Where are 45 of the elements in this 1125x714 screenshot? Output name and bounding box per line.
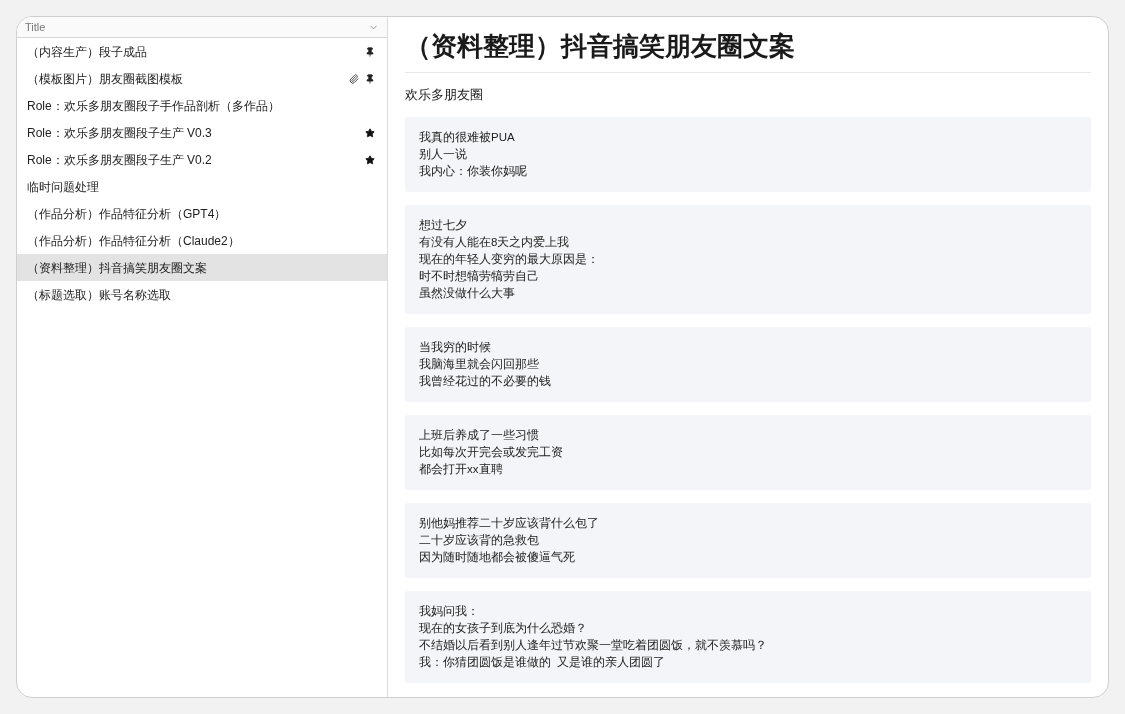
note-title: （标题选取）账号名称选取 <box>27 286 171 304</box>
document-title: （资料整理）抖音搞笑朋友圈文案 <box>405 17 1091 73</box>
text-line: 二十岁应该背的急救包 <box>419 532 540 548</box>
text-line: 现在的年轻人变穷的最大原因是： <box>419 251 600 267</box>
note-title: （模板图片）朋友圈截图模板 <box>27 70 183 88</box>
note-title: （内容生产）段子成品 <box>27 43 147 61</box>
text-line: 我曾经花过的不必要的钱 <box>419 373 552 389</box>
note-title: Role：欢乐多朋友圈段子手作品剖析（多作品） <box>27 97 280 115</box>
note-title: 临时问题处理 <box>27 178 99 196</box>
document-subtitle: 欢乐多朋友圈 <box>405 86 484 104</box>
column-title: Title <box>25 19 46 35</box>
text-line: 虽然没做什么大事 <box>419 285 516 301</box>
text-line: 别人一说 <box>419 146 468 162</box>
text-line: 时不时想犒劳犒劳自己 <box>419 268 540 284</box>
text-line: 我妈问我： <box>419 603 480 619</box>
note-list-item[interactable]: Role：欢乐多朋友圈段子生产 V0.3 <box>17 119 387 146</box>
text-line: 当我穷的时候 <box>419 339 492 355</box>
text-line: 因为随时随地都会被傻逼气死 <box>419 549 576 565</box>
text-line: 别他妈推荐二十岁应该背什么包了 <box>419 515 600 531</box>
note-title: Role：欢乐多朋友圈段子生产 V0.2 <box>27 151 212 169</box>
note-list-item[interactable]: （内容生产）段子成品 <box>17 38 387 65</box>
note-list-item[interactable]: Role：欢乐多朋友圈段子手作品剖析（多作品） <box>17 92 387 119</box>
note-list-item[interactable]: 临时问题处理 <box>17 173 387 200</box>
note-list-item[interactable]: （作品分析）作品特征分析（Claude2） <box>17 227 387 254</box>
text-line: 有没有人能在8天之内爱上我 <box>419 234 571 250</box>
text-line: 我脑海里就会闪回那些 <box>419 356 540 372</box>
text-line: 都会打开xx直聘 <box>419 461 504 477</box>
text-line: 现在的女孩子到底为什么恐婚？ <box>419 620 588 636</box>
note-list-item[interactable]: （作品分析）作品特征分析（GPT4） <box>17 200 387 227</box>
text-line: 我真的很难被PUA <box>419 129 516 145</box>
text-line: 上班后养成了一些习惯 <box>419 427 540 443</box>
text-line: 比如每次开完会或发完工资 <box>419 444 564 460</box>
note-title: Role：欢乐多朋友圈段子生产 V0.3 <box>27 124 212 142</box>
note-list-item[interactable]: （模板图片）朋友圈截图模板 <box>17 65 387 92</box>
text-line: 我：你猜团圆饭是谁做的 又是谁的亲人团圆了 <box>419 654 667 670</box>
text-line: 我内心：你装你妈呢 <box>419 163 528 179</box>
note-title: （作品分析）作品特征分析（Claude2） <box>27 232 240 250</box>
note-title: （作品分析）作品特征分析（GPT4） <box>27 205 227 223</box>
text-line: 不结婚以后看到别人逢年过节欢聚一堂吃着团圆饭，就不羡慕吗？ <box>419 637 768 653</box>
text-line: 想过七夕 <box>419 217 468 233</box>
note-title: （资料整理）抖音搞笑朋友圈文案 <box>27 259 207 277</box>
note-list-item[interactable]: Role：欢乐多朋友圈段子生产 V0.2 <box>17 146 387 173</box>
column-header[interactable]: Title <box>17 17 387 38</box>
note-list-item[interactable]: （标题选取）账号名称选取 <box>17 281 387 308</box>
note-list-item[interactable]: （资料整理）抖音搞笑朋友圈文案 <box>17 254 387 281</box>
